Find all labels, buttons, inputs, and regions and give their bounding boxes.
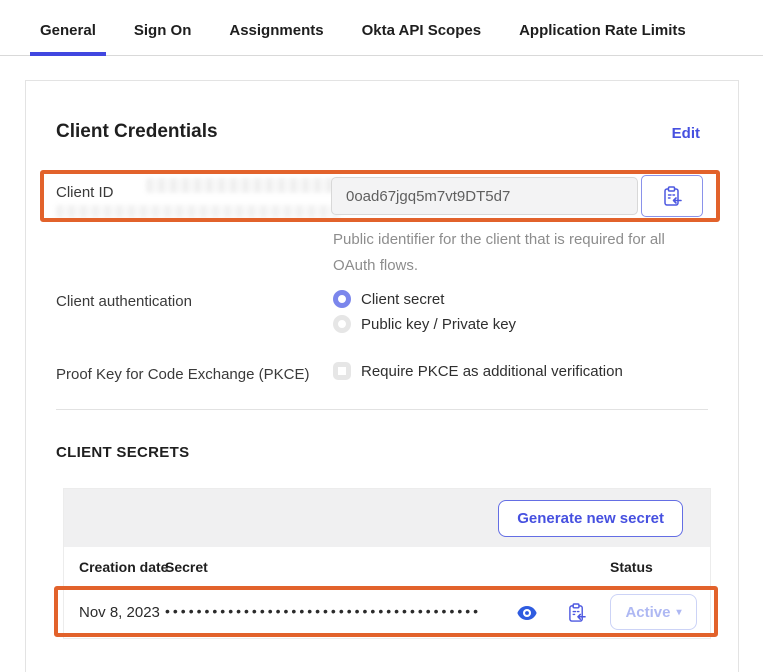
column-header-secret: Secret [165,559,208,575]
checkbox-icon[interactable] [333,362,351,380]
redaction-artifact [146,178,341,193]
tab-bar: General Sign On Assignments Okta API Sco… [0,0,763,56]
copy-secret-button[interactable] [564,600,590,626]
client-id-help-text: Public identifier for the client that is… [333,227,711,279]
generate-new-secret-button[interactable]: Generate new secret [498,500,683,537]
show-secret-button[interactable] [514,600,540,626]
radio-label: Public key / Private key [361,316,516,333]
pkce-checkbox-option[interactable]: Require PKCE as additional verification [333,362,623,380]
masked-secret-value: •••••••••••••••••••••••••••••••••••••••• [165,603,510,619]
column-header-creation-date: Creation date [79,559,168,575]
copy-client-id-button[interactable] [641,175,703,217]
radio-option-client-secret[interactable]: Client secret [333,290,444,308]
table-row: Nov 8, 2023 ••••••••••••••••••••••••••••… [64,587,710,638]
radio-unselected-icon[interactable] [333,315,351,333]
clipboard-copy-icon [663,186,682,207]
tab-application-rate-limits[interactable]: Application Rate Limits [509,6,696,56]
section-divider [56,409,708,410]
radio-label: Client secret [361,291,444,308]
chevron-down-icon: ▾ [677,607,682,618]
general-settings-card: Client Credentials Edit Client ID 0oad67… [25,80,739,672]
client-id-value: 0oad67jgq5m7vt9DT5d7 [346,188,510,205]
checkbox-label: Require PKCE as additional verification [361,363,623,380]
status-dropdown[interactable]: Active ▾ [610,594,697,630]
eye-icon [517,606,537,620]
client-id-input[interactable]: 0oad67jgq5m7vt9DT5d7 [331,177,638,215]
edit-link[interactable]: Edit [672,125,700,142]
tab-general[interactable]: General [30,6,106,56]
tab-okta-api-scopes[interactable]: Okta API Scopes [352,6,492,56]
client-id-label: Client ID [56,184,114,201]
tab-assignments[interactable]: Assignments [219,6,333,56]
section-title-client-secrets: CLIENT SECRETS [56,444,189,461]
client-authentication-label: Client authentication [56,293,192,310]
radio-option-public-private-key[interactable]: Public key / Private key [333,315,516,333]
redaction-artifact [56,205,341,218]
table-toolbar: Generate new secret [64,489,710,547]
status-value: Active [625,604,670,621]
column-header-status: Status [610,559,653,575]
pkce-label: Proof Key for Code Exchange (PKCE) [56,366,309,383]
section-title-client-credentials: Client Credentials [56,121,218,143]
tab-sign-on[interactable]: Sign On [124,6,202,56]
radio-selected-icon[interactable] [333,290,351,308]
creation-date-value: Nov 8, 2023 [79,604,160,621]
client-secrets-table: Generate new secret Creation date Secret… [63,488,711,639]
table-header-row: Creation date Secret Status [64,547,710,587]
clipboard-copy-icon [568,603,586,623]
